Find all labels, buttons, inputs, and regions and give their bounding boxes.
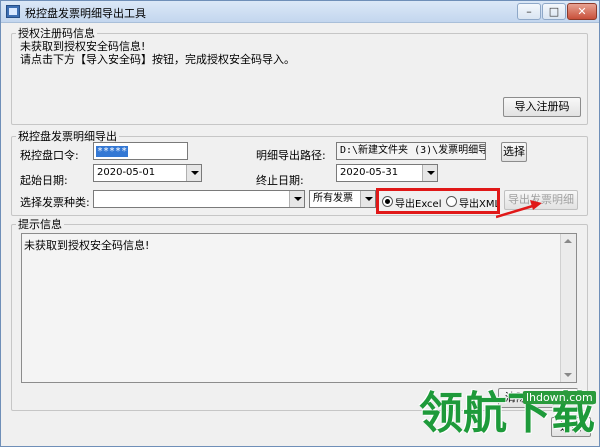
hint-text: 未获取到授权安全码信息! (24, 239, 150, 252)
minimize-button[interactable]: – (517, 3, 541, 20)
start-date-value: 2020-05-01 (97, 167, 156, 178)
end-date-picker[interactable]: 2020-05-31 (336, 164, 438, 182)
end-date-value: 2020-05-31 (340, 167, 399, 178)
password-label: 税控盘口令: (20, 149, 79, 162)
highlight-box (376, 188, 500, 214)
vertical-scrollbar[interactable] (560, 234, 576, 382)
path-label: 明细导出路径: (256, 149, 326, 162)
chevron-down-icon[interactable] (289, 191, 304, 207)
maximize-button[interactable]: □ (542, 3, 566, 20)
chevron-down-icon[interactable] (360, 191, 375, 207)
invoice-scope-value: 所有发票 (313, 193, 353, 204)
scroll-down-icon[interactable] (564, 373, 572, 377)
hint-group-legend: 提示信息 (18, 218, 62, 231)
password-field[interactable]: ***** (93, 142, 188, 160)
hint-textarea[interactable]: 未获取到授权安全码信息! (21, 233, 577, 383)
register-message-line2: 请点击下方【导入安全码】按钮，完成授权安全码导入。 (20, 53, 295, 66)
title-bar[interactable]: 税控盘发票明细导出工具 – □ ✕ (1, 1, 599, 23)
browse-button[interactable]: 选择 (501, 142, 527, 162)
scroll-up-icon[interactable] (564, 239, 572, 243)
start-date-picker[interactable]: 2020-05-01 (93, 164, 202, 182)
invoice-type-select[interactable] (93, 190, 305, 208)
import-license-button[interactable]: 导入注册码 (503, 97, 581, 117)
window-title: 税控盘发票明细导出工具 (25, 7, 146, 20)
invoice-scope-select[interactable]: 所有发票 (309, 190, 376, 208)
password-value: ***** (96, 146, 129, 157)
close-button[interactable]: ✕ (567, 3, 597, 20)
chevron-down-icon[interactable] (422, 165, 437, 181)
app-window: 税控盘发票明细导出工具 – □ ✕ 授权注册码信息 未获取到授权安全码信息! 请… (0, 0, 600, 447)
end-date-label: 终止日期: (256, 174, 304, 187)
chevron-down-icon[interactable] (186, 165, 201, 181)
path-field[interactable]: D:\新建文件夹 (3)\发票明细导出 (336, 142, 486, 160)
watermark-url: lhdown.com (523, 391, 596, 404)
app-icon (6, 5, 20, 18)
start-date-label: 起始日期: (20, 174, 68, 187)
invoice-type-label: 选择发票种类: (20, 196, 90, 209)
watermark: 领航下载 lhdown.com (419, 385, 600, 448)
